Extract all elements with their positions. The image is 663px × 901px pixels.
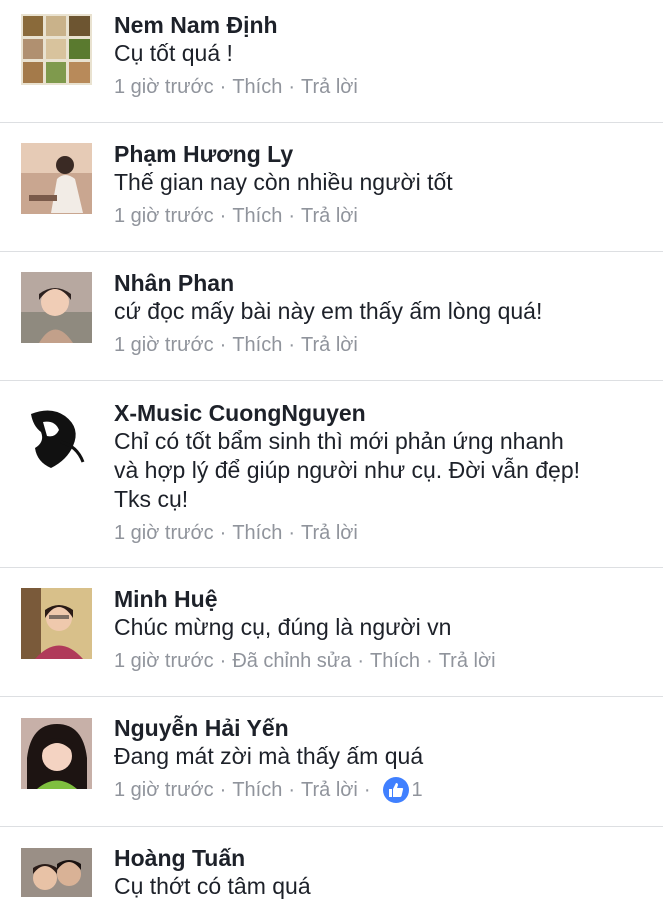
comment-author[interactable]: Nguyễn Hải Yến — [114, 714, 647, 742]
comment-meta: 1 giờ trước · Thích · Trả lời — [114, 332, 647, 358]
comment-item: X-Music CuongNguyen Chỉ có tốt bẩm sinh … — [0, 381, 663, 568]
avatar-image — [21, 272, 92, 343]
comment-meta: 1 giờ trước · Thích · Trả lời — [114, 203, 647, 229]
comment-time[interactable]: 1 giờ trước — [114, 332, 214, 358]
separator-dot: · — [288, 334, 296, 356]
separator-dot: · — [363, 779, 371, 801]
separator-dot: · — [357, 650, 364, 672]
separator-dot: · — [219, 522, 227, 544]
comment-text: Cụ tốt quá ! — [114, 40, 233, 66]
comment-author[interactable]: Hoàng Tuấn — [114, 844, 647, 872]
reaction-count[interactable]: 1 — [382, 777, 423, 803]
comment-author[interactable]: Phạm Hương Ly — [114, 140, 647, 168]
comment-author[interactable]: Minh Huệ — [114, 585, 647, 613]
avatar[interactable] — [21, 402, 92, 473]
avatar[interactable] — [21, 272, 92, 343]
reply-link[interactable]: Trả lời — [301, 74, 358, 100]
separator-dot: · — [219, 779, 227, 801]
comment-meta: 1 giờ trước · Đã chỉnh sửa · Thích · Trả… — [114, 648, 647, 674]
separator-dot: · — [288, 205, 296, 227]
comment-time[interactable]: 1 giờ trước — [114, 777, 214, 803]
like-link[interactable]: Thích — [232, 203, 282, 229]
comment-text: Chỉ có tốt bẩm sinh thì mới phản ứng nha… — [114, 428, 581, 512]
thumbs-up-icon — [382, 777, 409, 803]
avatar-image — [21, 848, 92, 897]
comment-time[interactable]: 1 giờ trước — [114, 74, 214, 100]
like-link[interactable]: Thích — [232, 777, 282, 803]
comment-text: Chúc mừng cụ, đúng là người vn — [114, 614, 452, 640]
avatar-image — [21, 718, 92, 789]
reply-link[interactable]: Trả lời — [301, 203, 358, 229]
like-link[interactable]: Thích — [232, 520, 282, 546]
avatar[interactable] — [21, 14, 92, 85]
reply-link[interactable]: Trả lời — [439, 648, 496, 674]
reply-link[interactable]: Trả lời — [301, 332, 358, 358]
comment-meta: 1 giờ trước · Thích · Trả lời · 1 — [114, 777, 647, 803]
comment-item: Hoàng Tuấn Cụ thớt có tâm quá — [0, 827, 663, 899]
comment-author[interactable]: Nhân Phan — [114, 269, 647, 297]
avatar[interactable] — [21, 588, 92, 659]
comment-text: Đang mát zời mà thấy ấm quá — [114, 743, 424, 769]
comment-author[interactable]: Nem Nam Định — [114, 11, 647, 39]
comment-item: Nhân Phan cứ đọc mấy bài này em thấy ấm … — [0, 252, 663, 381]
separator-dot: · — [288, 76, 296, 98]
separator-dot: · — [219, 650, 227, 672]
comment-meta: 1 giờ trước · Thích · Trả lời — [114, 74, 647, 100]
comment-item: Minh Huệ Chúc mừng cụ, đúng là người vn … — [0, 568, 663, 697]
like-link[interactable]: Thích — [232, 332, 282, 358]
avatar-image — [21, 588, 92, 659]
separator-dot: · — [219, 334, 227, 356]
separator-dot: · — [219, 205, 227, 227]
edited-label[interactable]: Đã chỉnh sửa — [232, 648, 351, 674]
comment-time[interactable]: 1 giờ trước — [114, 520, 214, 546]
comment-item: Nguyễn Hải Yến Đang mát zời mà thấy ấm q… — [0, 697, 663, 827]
comment-item: Nem Nam Định Cụ tốt quá ! 1 giờ trước · … — [0, 0, 663, 123]
reply-link[interactable]: Trả lời — [301, 777, 358, 803]
like-link[interactable]: Thích — [232, 74, 282, 100]
comment-author[interactable]: X-Music CuongNguyen — [114, 399, 647, 427]
comment-text: cứ đọc mấy bài này em thấy ấm lòng quá! — [114, 298, 543, 324]
like-link[interactable]: Thích — [370, 648, 420, 674]
comment-time[interactable]: 1 giờ trước — [114, 203, 214, 229]
avatar[interactable] — [21, 718, 92, 789]
avatar-image — [21, 143, 92, 214]
avatar[interactable] — [21, 143, 92, 214]
comment-time[interactable]: 1 giờ trước — [114, 648, 214, 674]
separator-dot: · — [288, 779, 296, 801]
comment-item: Phạm Hương Ly Thế gian nay còn nhiều ngư… — [0, 123, 663, 252]
reply-link[interactable]: Trả lời — [301, 520, 358, 546]
separator-dot: · — [288, 522, 296, 544]
comment-text: Thế gian nay còn nhiều người tốt — [114, 169, 453, 195]
avatar-image — [21, 14, 92, 85]
avatar[interactable] — [21, 848, 92, 897]
avatar-image — [21, 402, 92, 473]
comment-meta: 1 giờ trước · Thích · Trả lời — [114, 520, 647, 546]
separator-dot: · — [219, 76, 227, 98]
reaction-count-value: 1 — [411, 779, 423, 801]
separator-dot: · — [426, 650, 433, 672]
